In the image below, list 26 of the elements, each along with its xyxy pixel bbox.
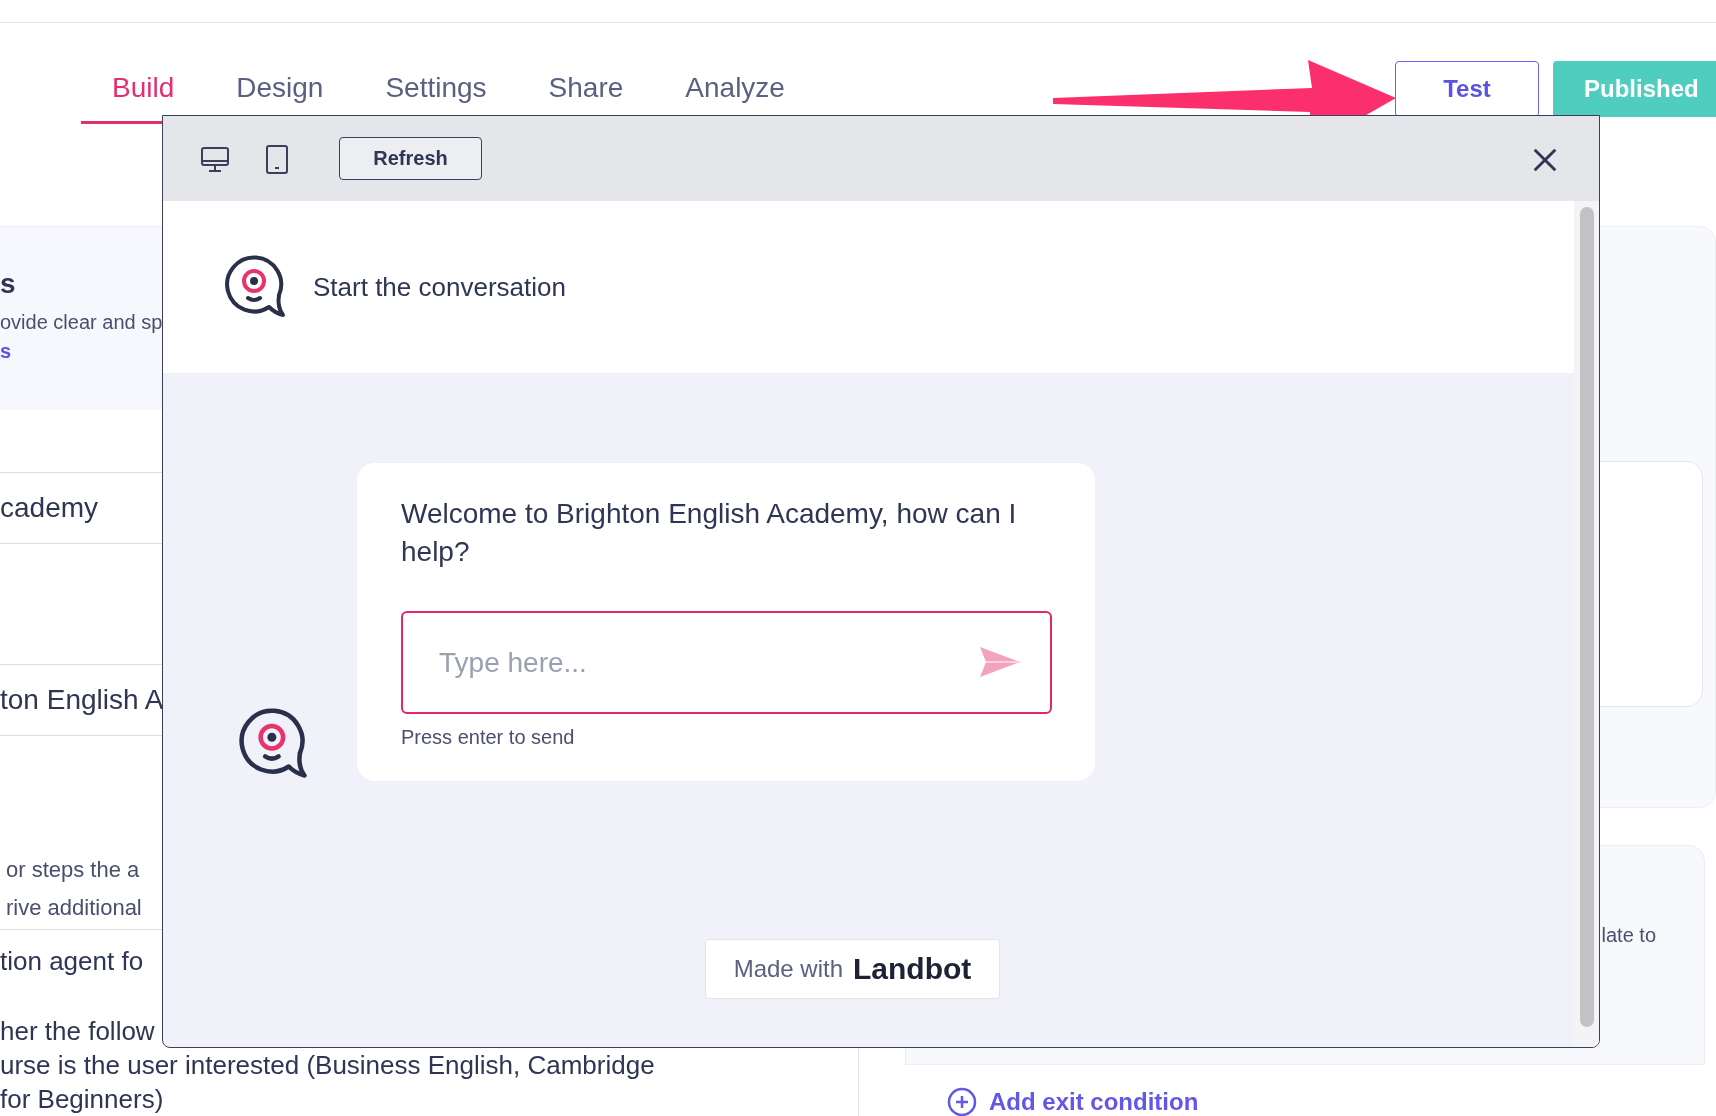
section-title: s — [0, 267, 16, 301]
section-text: ovide clear and sp — [0, 311, 163, 334]
section-link[interactable]: s — [0, 340, 12, 363]
prompt-text: urse is the user interested (Business English, Cambridge — [0, 1049, 655, 1082]
prompt-text: tion agent fo — [0, 945, 144, 978]
badge-text: Made with — [733, 955, 844, 983]
nav-tab[interactable]: Design — [205, 72, 355, 124]
prompt-text: for Beginners) — [0, 1083, 164, 1116]
test-button[interactable]: Test — [1395, 61, 1539, 117]
prompt-text: her the follow — [0, 1015, 155, 1048]
add-exit-condition-button[interactable]: Add exit condition — [947, 1087, 1199, 1116]
nav-tab[interactable]: Settings — [354, 72, 518, 124]
message-text: Welcome to Brighton English Academy, how can I help? — [401, 497, 1018, 569]
description-text: rive additional — [6, 894, 142, 922]
input-field[interactable]: Type here... — [401, 611, 1052, 714]
bot-logo-icon — [223, 254, 287, 320]
card-text: late to — [1601, 924, 1656, 946]
description-text: or steps the a — [6, 856, 140, 884]
nav-tab[interactable]: Share — [517, 72, 655, 124]
nav-tab[interactable]: Analyze — [654, 72, 816, 124]
scrollbar[interactable] — [1579, 207, 1594, 1027]
hint-text: Press enter to send — [401, 726, 576, 749]
brand-text: Landbot — [853, 952, 972, 986]
refresh-button[interactable]: Refresh — [339, 137, 482, 180]
header-text: Start the conversation — [313, 271, 566, 303]
bot-logo-icon — [237, 707, 309, 781]
